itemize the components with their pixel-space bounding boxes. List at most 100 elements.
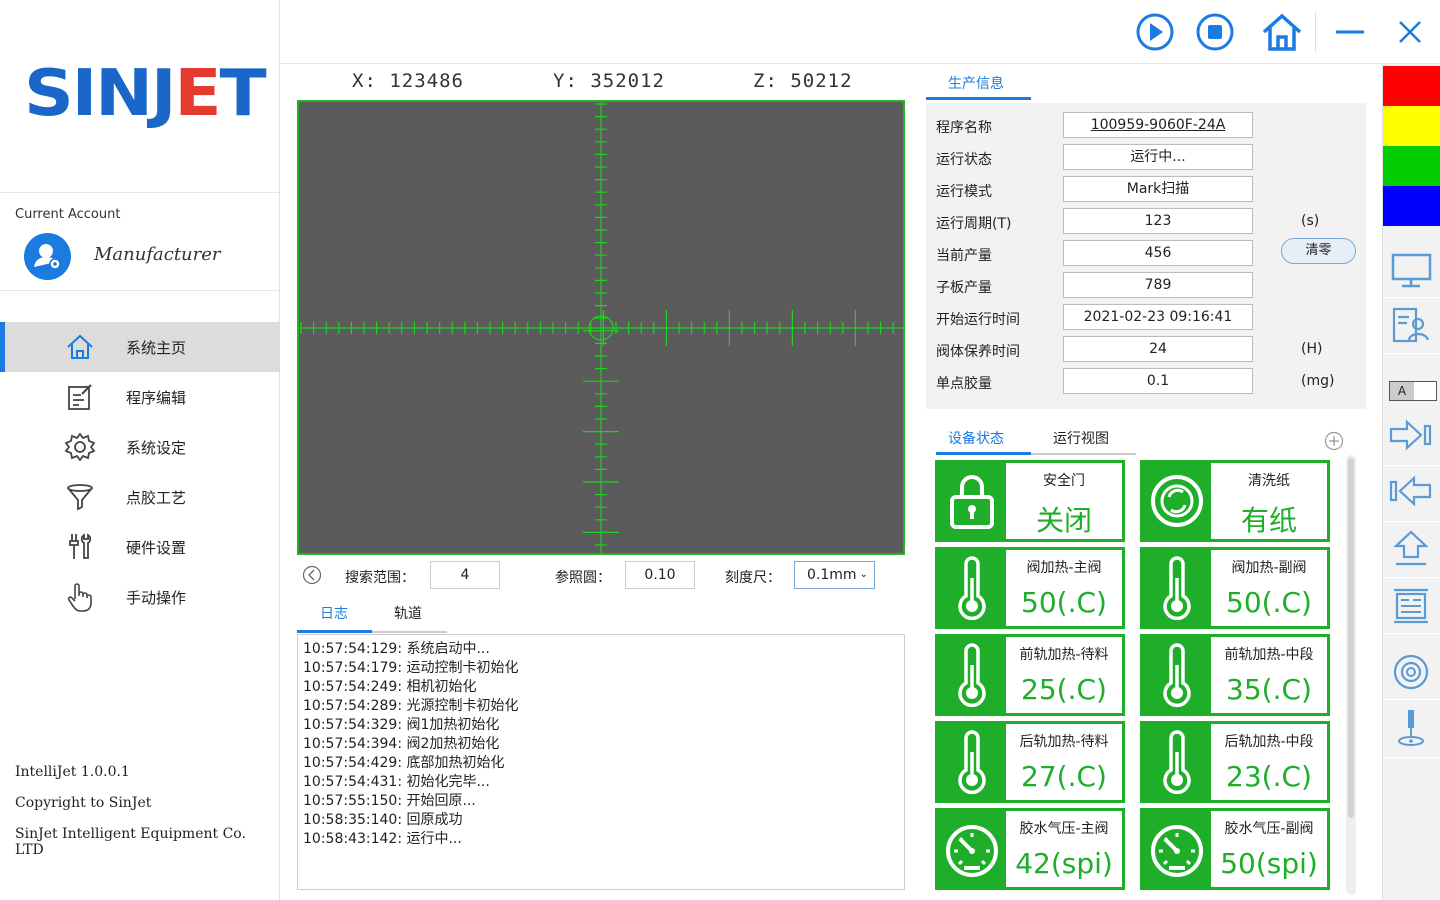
monitor-button[interactable] <box>1383 242 1440 298</box>
monitor-icon <box>1391 253 1432 288</box>
status-card[interactable]: 安全门 关闭 <box>935 460 1125 542</box>
scale-select[interactable]: 0.1mm ⌄ <box>794 561 875 589</box>
nav-item-label: 手动操作 <box>126 589 187 607</box>
status-card[interactable]: 后轨加热-中段 23(.C) <box>1140 721 1330 803</box>
status-card[interactable]: 阀加热-副阀 50(.C) <box>1140 547 1330 629</box>
reset-count-button[interactable]: 清零 <box>1281 238 1356 264</box>
chevron-left-icon[interactable] <box>302 565 322 585</box>
mode-toggle[interactable]: A <box>1389 381 1437 401</box>
status-card-value: 关闭 <box>1035 504 1092 537</box>
calibration-button[interactable] <box>1383 644 1440 700</box>
home-icon[interactable] <box>1260 10 1304 54</box>
hand-icon <box>67 583 92 612</box>
tab-inactive-line <box>372 631 447 633</box>
status-card-value: 27(.C) <box>1021 760 1107 793</box>
arrow-left-icon <box>1389 475 1432 507</box>
nav-item-dispense-process[interactable]: 点胶工艺 <box>0 472 280 522</box>
production-row-value[interactable]: 24 <box>1063 336 1253 362</box>
add-icon[interactable] <box>1324 431 1344 451</box>
machine-button[interactable] <box>1383 578 1440 634</box>
lift-button[interactable] <box>1383 522 1440 578</box>
tab-indicator <box>926 97 1031 100</box>
status-card[interactable]: 前轨加热-待料 25(.C) <box>935 634 1125 716</box>
nav-item-label: 系统主页 <box>126 339 187 357</box>
status-light-blue <box>1383 186 1440 226</box>
status-card[interactable]: 阀加热-主阀 50(.C) <box>935 547 1125 629</box>
stop-icon[interactable] <box>1195 12 1235 52</box>
status-card[interactable]: 清洗纸 有纸 <box>1140 460 1330 542</box>
tab-track[interactable]: 轨道 <box>394 603 422 623</box>
camera-view[interactable] <box>297 100 905 555</box>
arrow-right-icon <box>1389 419 1432 451</box>
operator-button[interactable] <box>1383 298 1440 354</box>
production-row-label: 阀体保养时间 <box>936 344 1020 360</box>
nav-item-system-settings[interactable]: 系统设定 <box>0 422 280 472</box>
nav-item-hardware-settings[interactable]: 硬件设置 <box>0 522 280 572</box>
tab-run-view[interactable]: 运行视图 <box>1053 428 1109 448</box>
paper-roll-icon <box>1143 463 1211 539</box>
scrollbar-thumb[interactable] <box>1348 458 1354 818</box>
log-panel[interactable]: 10:57:54:129: 系统启动中... 10:57:54:179: 运动控制… <box>297 634 905 890</box>
production-row-value[interactable]: 789 <box>1063 272 1253 298</box>
status-card-value: 50(.C) <box>1021 586 1107 619</box>
production-row-value[interactable]: 运行中... <box>1063 144 1253 170</box>
y-coordinate: Y: 352012 <box>553 70 665 92</box>
tab-indicator <box>936 452 1031 455</box>
log-line: 10:57:54:179: 运动控制卡初始化 <box>303 660 519 676</box>
reference-circle-input[interactable]: 0.10 <box>625 561 695 589</box>
nav-item-home[interactable]: 系统主页 <box>0 322 280 372</box>
needle-button[interactable] <box>1383 702 1440 758</box>
x-coordinate: X: 123486 <box>352 70 464 92</box>
production-row-label: 程序名称 <box>936 120 992 136</box>
load-out-button[interactable] <box>1383 466 1440 522</box>
status-card[interactable]: 前轨加热-中段 35(.C) <box>1140 634 1330 716</box>
production-row-value[interactable]: 100959-9060F-24A <box>1063 112 1253 138</box>
target-icon <box>1393 654 1429 690</box>
chevron-down-icon: ⌄ <box>859 569 868 580</box>
production-row-value[interactable]: Mark扫描 <box>1063 176 1253 202</box>
thermometer-icon <box>938 637 1006 713</box>
production-row-unit: (s) <box>1301 213 1320 229</box>
production-row-value[interactable]: 456 <box>1063 240 1253 266</box>
user-avatar-icon[interactable] <box>24 233 71 280</box>
nav-item-manual-operation[interactable]: 手动操作 <box>0 572 280 622</box>
production-row-value[interactable]: 0.1 <box>1063 368 1253 394</box>
nav-item-label: 程序编辑 <box>126 389 187 407</box>
play-icon[interactable] <box>1135 12 1175 52</box>
log-line: 10:57:54:329: 阀1加热初始化 <box>303 717 500 733</box>
production-row-value[interactable]: 2021-02-23 09:16:41 <box>1063 304 1253 330</box>
production-row-label: 当前产量 <box>936 248 992 264</box>
company-name: SinJet Intelligent Equipment Co. LTD <box>15 826 246 858</box>
status-card-title: 后轨加热-中段 <box>1224 734 1314 750</box>
production-row-label: 运行状态 <box>936 152 992 168</box>
tab-device-status[interactable]: 设备状态 <box>948 428 1004 448</box>
status-card-title: 胶水气压-副阀 <box>1224 821 1314 837</box>
tab-production-info[interactable]: 生产信息 <box>948 73 1004 93</box>
status-card-title: 胶水气压-主阀 <box>1019 821 1109 837</box>
search-range-input[interactable]: 4 <box>430 561 500 589</box>
status-card-value: 42(spi) <box>1015 847 1113 880</box>
nav-item-label: 点胶工艺 <box>126 489 187 507</box>
sidebar: SINJET Current Account Manufacturer 系统主页… <box>0 0 280 900</box>
log-line: 10:57:55:150: 开始回原... <box>303 793 476 809</box>
crosshair-reticle <box>299 102 903 553</box>
status-card-value: 23(.C) <box>1226 760 1312 793</box>
divider <box>1315 12 1316 52</box>
nav-item-label: 系统设定 <box>126 439 187 457</box>
status-card[interactable]: 后轨加热-待料 27(.C) <box>935 721 1125 803</box>
close-icon[interactable] <box>1390 12 1430 52</box>
tab-inactive-line <box>1031 453 1136 455</box>
log-line: 10:58:35:140: 回原成功 <box>303 812 463 828</box>
load-in-button[interactable] <box>1383 410 1440 466</box>
nav-item-program-edit[interactable]: 程序编辑 <box>0 372 280 422</box>
minimize-icon[interactable] <box>1330 12 1370 52</box>
status-card[interactable]: 胶水气压-副阀 50(spi) <box>1140 808 1330 890</box>
status-card[interactable]: 胶水气压-主阀 42(spi) <box>935 808 1125 890</box>
tab-log[interactable]: 日志 <box>320 603 348 623</box>
gear-icon <box>64 432 96 462</box>
production-row-value[interactable]: 123 <box>1063 208 1253 234</box>
status-card-title: 后轨加热-待料 <box>1019 734 1109 750</box>
log-line: 10:57:54:431: 初始化完毕... <box>303 774 490 790</box>
status-card-title: 清洗纸 <box>1248 473 1290 489</box>
company-logo: SINJET <box>24 57 267 131</box>
